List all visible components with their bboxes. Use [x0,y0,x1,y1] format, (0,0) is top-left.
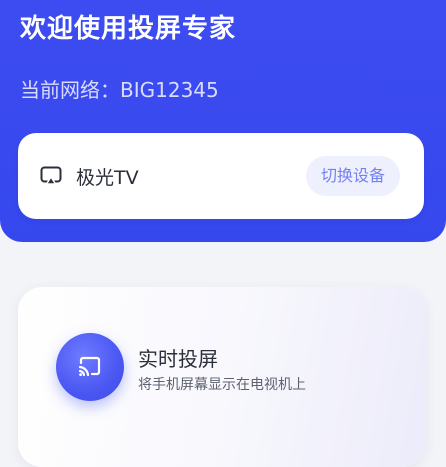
header-panel: 欢迎使用投屏专家 当前网络：BIG12345 极光TV 切换设备 [0,0,446,242]
network-name: BIG12345 [120,78,219,102]
current-device-card: 极光TV 切换设备 [18,133,424,219]
feature-description: 将手机屏幕显示在电视机上 [138,377,306,393]
switch-device-button[interactable]: 切换设备 [306,156,400,196]
realtime-mirroring-card[interactable]: 实时投屏 将手机屏幕显示在电视机上 [18,287,426,467]
device-name: 极光TV [76,167,139,189]
cast-screen-icon [40,166,62,186]
feature-title: 实时投屏 [138,347,218,371]
network-label: 当前网络： [20,78,120,102]
app-title: 欢迎使用投屏专家 [20,14,237,44]
network-info: 当前网络：BIG12345 [20,74,219,103]
screen-mirror-icon [56,333,124,401]
